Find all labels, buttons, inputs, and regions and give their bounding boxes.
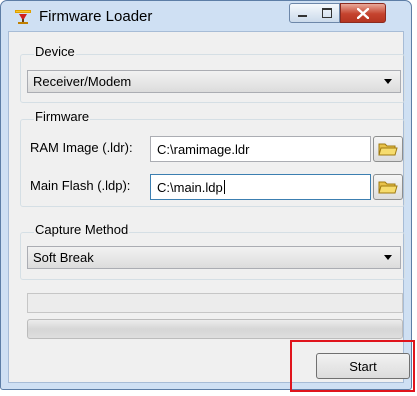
title-bar[interactable]: Firmware Loader — [1, 1, 411, 31]
main-flash-label: Main Flash (.ldp): — [30, 178, 131, 193]
close-button[interactable] — [340, 3, 386, 23]
maximize-button[interactable] — [314, 3, 340, 23]
chevron-down-icon — [384, 255, 392, 260]
capture-method-select-value: Soft Break — [33, 250, 94, 265]
minimize-icon — [297, 15, 307, 17]
device-select-value: Receiver/Modem — [33, 74, 132, 89]
progress-bar — [27, 319, 403, 339]
folder-icon — [378, 143, 398, 156]
main-flash-input[interactable]: C:\main.ldp — [150, 174, 371, 200]
capture-method-select[interactable]: Soft Break — [27, 246, 401, 269]
app-icon — [15, 10, 31, 24]
chevron-down-icon — [384, 79, 392, 84]
main-flash-browse-button[interactable] — [373, 174, 403, 200]
close-icon — [357, 7, 369, 19]
device-select[interactable]: Receiver/Modem — [27, 70, 401, 93]
device-group-label: Device — [34, 44, 76, 59]
main-flash-value: C:\main.ldp — [157, 180, 223, 195]
folder-icon — [378, 181, 398, 194]
capture-method-group-label: Capture Method — [34, 222, 130, 237]
text-caret — [223, 180, 225, 194]
ram-image-input[interactable]: C:\ramimage.ldr — [150, 136, 371, 162]
ram-image-value: C:\ramimage.ldr — [157, 142, 250, 157]
window-title: Firmware Loader — [39, 8, 153, 25]
ram-image-browse-button[interactable] — [373, 136, 403, 162]
maximize-icon — [321, 8, 332, 18]
status-bar — [27, 293, 403, 313]
firmware-group-label: Firmware — [34, 109, 91, 124]
start-button-highlight — [290, 340, 415, 392]
minimize-button[interactable] — [289, 3, 315, 23]
ram-image-label: RAM Image (.ldr): — [30, 140, 133, 155]
